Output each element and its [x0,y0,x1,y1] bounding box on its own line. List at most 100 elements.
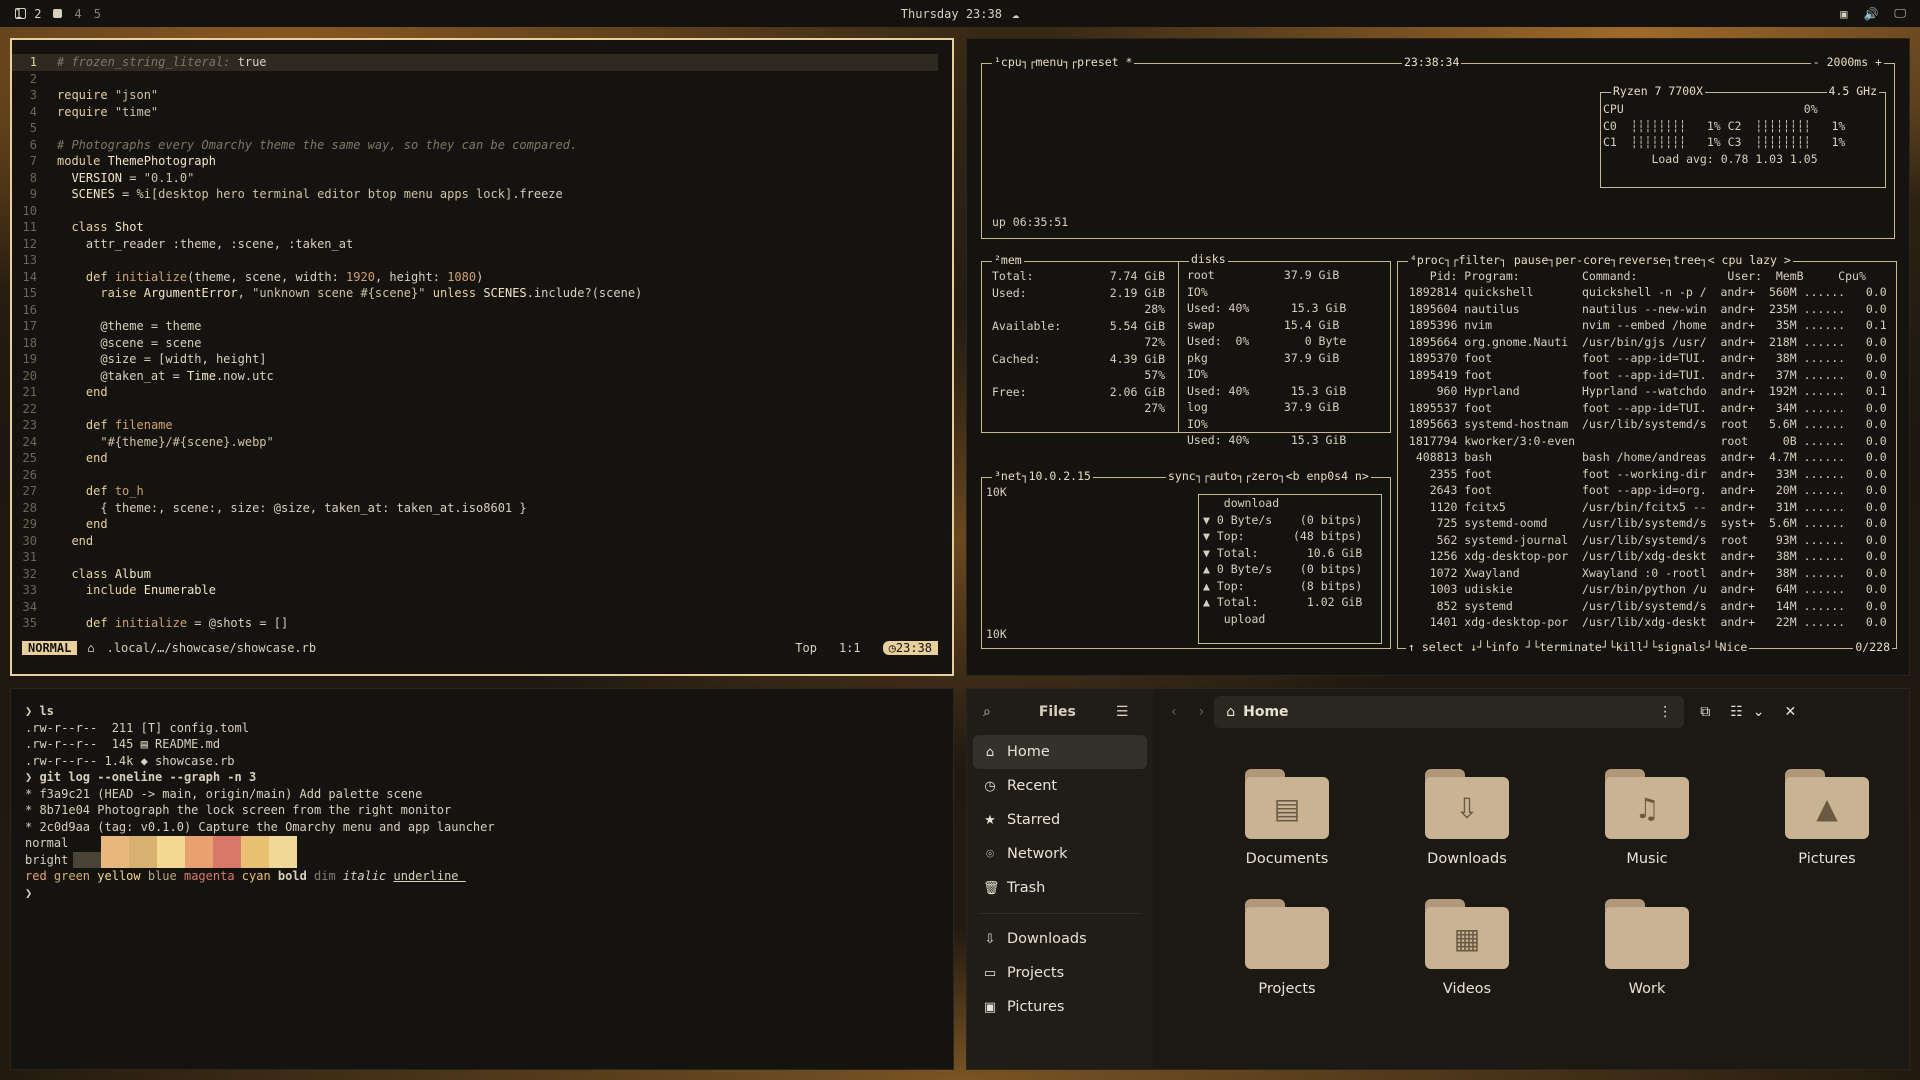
folder-work[interactable]: Work [1557,899,1737,997]
proc-row[interactable]: 852 systemd /usr/lib/systemd/s andr+ 14M… [1402,598,1887,615]
code-line[interactable]: 2 [12,71,938,88]
code-line[interactable]: 26 [12,467,938,484]
code-line[interactable]: 33 include Enumerable [12,582,938,599]
code-line[interactable]: 6 # Photographs every Omarchy theme the s… [12,137,938,154]
code-line[interactable]: 7 module ThemePhotograph [12,153,938,170]
close-icon[interactable]: ✕ [1785,704,1797,720]
terminal-window[interactable]: ❯ ls .rw-r--r-- 211 [T] config.toml .rw-r-… [10,688,954,1070]
proc-row[interactable]: 1895664 org.gnome.Nauti /usr/bin/gjs /us… [1402,334,1887,351]
folder-projects[interactable]: Projects [1197,899,1377,997]
network-icon[interactable]: 🖵 [1894,6,1906,21]
proc-rows[interactable]: 1892814 quickshell quickshell -n -p / an… [1402,284,1887,631]
back-icon[interactable]: ‹ [1171,704,1177,720]
proc-row[interactable]: 1895663 systemd-hostnam /usr/lib/systemd… [1402,416,1887,433]
proc-row[interactable]: 1401 xdg-desktop-por /usr/lib/xdg-deskt … [1402,614,1887,631]
clock[interactable]: Thursday 23:38 ☁ [901,7,1019,21]
update-rate[interactable]: - 2000ms + [1810,55,1884,69]
proc-row[interactable]: 1120 fcitx5 /usr/bin/fcitx5 -- andr+ 31M… [1402,499,1887,516]
code-line[interactable]: 18 @scene = scene [12,335,938,352]
code-line[interactable]: 25 end [12,450,938,467]
net-options[interactable]: sync┐┌auto┐┌zero┐<b enp0s4 n> [1166,469,1371,483]
proc-row[interactable]: 725 systemd-oomd /usr/lib/systemd/s syst… [1402,515,1887,532]
folder-downloads[interactable]: ⇩ Downloads [1377,769,1557,867]
proc-row[interactable]: 1895370 foot foot --app-id=TUI. andr+ 38… [1402,350,1887,367]
code-buffer[interactable]: 1 # frozen_string_literal: true 2 3 require … [12,54,938,632]
folder-documents[interactable]: ▤ Documents [1197,769,1377,867]
code-line[interactable]: 19 @size = [width, height] [12,351,938,368]
proc-row[interactable]: 1892814 quickshell quickshell -n -p / an… [1402,284,1887,301]
screen-record-icon[interactable]: ▣ [1840,7,1847,21]
code-line[interactable]: 22 [12,401,938,418]
code-line[interactable]: 5 [12,120,938,137]
code-line[interactable]: 14 def initialize(theme, scene, width: 1… [12,269,938,286]
workspace-3-active-icon[interactable] [53,9,63,18]
sidebar-item-network[interactable]: ⌾ Network [973,837,1147,871]
code-line[interactable]: 4 require "time" [12,104,938,121]
path-bar[interactable]: ⌂ Home ⋮ [1214,696,1685,728]
proc-row[interactable]: 1895396 nvim nvim --embed /home andr+ 35… [1402,317,1887,334]
code-line[interactable]: 32 class Album [12,566,938,583]
workspace-5[interactable]: 5 [94,7,101,21]
code-line[interactable]: 3 require "json" [12,87,938,104]
sidebar-item-recent[interactable]: ◷ Recent [973,769,1147,803]
proc-row[interactable]: 562 systemd-journal /usr/lib/systemd/s r… [1402,532,1887,549]
forward-icon[interactable]: › [1199,704,1205,720]
code-line[interactable]: 29 end [12,516,938,533]
main-menu-icon[interactable]: ☰ [1116,704,1129,720]
code-line[interactable]: 28 { theme:, scene:, size: @size, taken_… [12,500,938,517]
proc-row[interactable]: 408813 bash bash /home/andreas andr+ 4.7… [1402,449,1887,466]
btop-window[interactable]: ¹cpu┐┌menu┐┌preset * 23:38:34 - 2000ms +… [966,38,1910,676]
code-line[interactable]: 31 [12,549,938,566]
folder-videos[interactable]: ▦ Videos [1377,899,1557,997]
code-line[interactable]: 9 SCENES = %i[desktop hero terminal edit… [12,186,938,203]
view-list-icon[interactable]: ☷ [1730,704,1743,720]
code-line[interactable]: 24 "#{theme}/#{scene}.webp" [12,434,938,451]
sidebar-item-projects[interactable]: ▭ Projects [973,956,1147,990]
code-line[interactable]: 27 def to_h [12,483,938,500]
proc-row[interactable]: 1256 xdg-desktop-por /usr/lib/xdg-deskt … [1402,548,1887,565]
search-icon[interactable]: ⌕ [983,704,991,720]
code-line[interactable]: 12 attr_reader :theme, :scene, :taken_at [12,236,938,253]
proc-row[interactable]: 1003 udiskie /usr/bin/python /u andr+ 64… [1402,581,1887,598]
neovim-editor-window[interactable]: 1 # frozen_string_literal: true 2 3 require … [10,38,954,676]
proc-label[interactable]: ⁴proc┐┌filter┐ pause┐per-core┐reverse┐tr… [1408,253,1793,267]
launcher-icon[interactable] [15,8,26,19]
proc-row[interactable]: 2643 foot foot --app-id=org. andr+ 20M .… [1402,482,1887,499]
sidebar-item-trash[interactable]: 🗑 Trash [973,871,1147,905]
files-window[interactable]: ⌕ Files ☰ ⌂ Home ◷ Recent ★ Starred ⌾ Network 🗑 T… [966,688,1910,1070]
code-line[interactable]: 20 @taken_at = Time.now.utc [12,368,938,385]
sidebar-item-downloads[interactable]: ⇩ Downloads [973,922,1147,956]
code-line[interactable]: 21 end [12,384,938,401]
proc-row[interactable]: 2355 foot foot --working-dir andr+ 33M .… [1402,466,1887,483]
proc-row[interactable]: 1895604 nautilus nautilus --new-win andr… [1402,301,1887,318]
folder-pictures[interactable]: ▲ Pictures [1737,769,1917,867]
volume-icon[interactable]: 🔊 [1863,7,1878,21]
code-line[interactable]: 35 def initialize = @shots = [] [12,615,938,632]
code-line[interactable]: 1 # frozen_string_literal: true [12,54,938,71]
code-line[interactable]: 30 end [12,533,938,550]
code-line[interactable]: 10 [12,203,938,220]
proc-footer[interactable]: ↑ select ↓┘└info ┘└terminate┘└kill┘└sign… [1406,640,1750,654]
proc-row[interactable]: 1895419 foot foot --app-id=TUI. andr+ 37… [1402,367,1887,384]
cpu-box-label[interactable]: ¹cpu┐┌menu┐┌preset * [992,55,1135,69]
code-line[interactable]: 23 def filename [12,417,938,434]
code-line[interactable]: 11 class Shot [12,219,938,236]
view-options-chevron-icon[interactable]: ⌄ [1753,704,1765,720]
proc-row[interactable]: 1895537 foot foot --app-id=TUI. andr+ 34… [1402,400,1887,417]
code-line[interactable]: 15 raise ArgumentError, "unknown scene #… [12,285,938,302]
proc-row[interactable]: 960 Hyprland Hyprland --watchdo andr+ 19… [1402,383,1887,400]
proc-row[interactable]: 1072 Xwayland Xwayland :0 -rootl andr+ 3… [1402,565,1887,582]
path-menu-icon[interactable]: ⋮ [1658,704,1672,720]
workspace-2[interactable]: 2 [34,7,41,21]
code-line[interactable]: 17 @theme = theme [12,318,938,335]
terminal-prompt[interactable]: ❯ [25,885,939,902]
proc-row[interactable]: 1817794 kworker/3:0-even root 0B ...... … [1402,433,1887,450]
workspace-4[interactable]: 4 [74,7,81,21]
code-line[interactable]: 13 [12,252,938,269]
sidebar-item-starred[interactable]: ★ Starred [973,803,1147,837]
code-line[interactable]: 16 [12,302,938,319]
sidebar-item-pictures[interactable]: ▣ Pictures [973,990,1147,1024]
code-line[interactable]: 34 [12,599,938,616]
folder-music[interactable]: ♫ Music [1557,769,1737,867]
sidebar-item-home[interactable]: ⌂ Home [973,735,1147,769]
